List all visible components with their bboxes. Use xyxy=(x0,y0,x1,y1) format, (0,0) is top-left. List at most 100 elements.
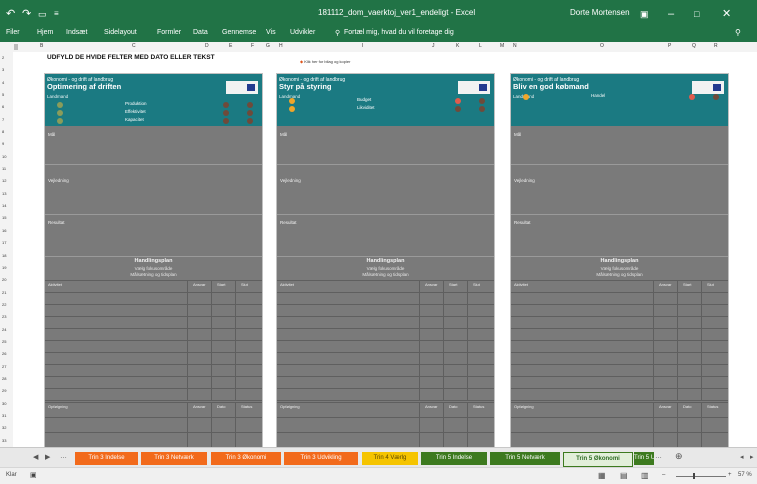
sheet-tab[interactable]: Trin 3 Indelse xyxy=(75,452,138,465)
row-header[interactable]: 28 xyxy=(2,376,6,381)
tab-file[interactable]: Filer xyxy=(6,29,20,36)
column-header[interactable]: N xyxy=(513,43,517,49)
row-header[interactable]: 8 xyxy=(2,129,4,134)
row-header[interactable]: 26 xyxy=(2,351,6,356)
tab-view[interactable]: Vis xyxy=(266,29,276,36)
row-header[interactable]: 13 xyxy=(2,191,6,196)
add-sheet-icon[interactable]: ⊕ xyxy=(675,451,683,462)
sheet-tab[interactable]: Trin 3 Udvikling xyxy=(284,452,358,465)
tell-me-icon[interactable]: ⚲ xyxy=(335,29,340,37)
minimize-icon[interactable]: – xyxy=(668,8,674,20)
row-header[interactable]: 27 xyxy=(2,364,6,369)
row-header[interactable]: 17 xyxy=(2,240,6,245)
row-header[interactable]: 15 xyxy=(2,215,6,220)
sheet-tab[interactable]: Trin 5 Udvi xyxy=(634,452,654,465)
tab-page-layout[interactable]: Sidelayout xyxy=(104,29,137,36)
save-icon[interactable]: ▭ xyxy=(38,8,47,20)
row-header[interactable]: 25 xyxy=(2,339,6,344)
row-header[interactable]: 18 xyxy=(2,253,6,258)
zoom-slider[interactable] xyxy=(676,476,726,477)
row-header[interactable]: 30 xyxy=(2,401,6,406)
row-header[interactable]: 4 xyxy=(2,80,4,85)
user-name[interactable]: Dorte Mortensen xyxy=(570,8,630,17)
tell-me-box[interactable]: Fortæl mig, hvad du vil foretage dig xyxy=(344,29,454,36)
row-header[interactable]: 19 xyxy=(2,265,6,270)
row-header[interactable]: 5 xyxy=(2,92,4,97)
normal-view-icon[interactable]: ▦ xyxy=(598,471,606,480)
prev-sheet-icon[interactable]: ◀ xyxy=(33,453,38,461)
action-table[interactable] xyxy=(511,280,728,401)
action-table[interactable] xyxy=(277,280,494,401)
column-header[interactable]: G xyxy=(266,43,270,49)
macro-record-icon[interactable]: ▣ xyxy=(30,471,37,479)
row-header[interactable]: 14 xyxy=(2,203,6,208)
zoom-level[interactable]: 57 % xyxy=(738,472,752,478)
column-header[interactable]: B xyxy=(40,43,43,49)
row-header[interactable]: 21 xyxy=(2,290,6,295)
column-header[interactable]: R xyxy=(714,43,718,49)
sheet-tab[interactable]: Trin 4 Værlg xyxy=(362,452,418,465)
row-header[interactable]: 33 xyxy=(2,438,6,443)
zoom-out-icon[interactable]: – xyxy=(662,472,665,478)
tab-home[interactable]: Hjem xyxy=(37,29,53,36)
column-header[interactable]: P xyxy=(668,43,671,49)
column-header[interactable]: K xyxy=(456,43,459,49)
row-header[interactable]: 7 xyxy=(2,117,4,122)
undo-icon[interactable]: ↶ xyxy=(6,8,15,20)
maximize-icon[interactable]: □ xyxy=(694,8,699,20)
column-header[interactable]: E xyxy=(229,43,232,49)
sheet-tab[interactable]: Trin 3 Netværk xyxy=(141,452,207,465)
column-header[interactable]: O xyxy=(600,43,604,49)
tab-review[interactable]: Gennemse xyxy=(222,29,256,36)
column-header[interactable]: D xyxy=(205,43,209,49)
sheet-tab[interactable]: Trin 5 Indelse xyxy=(421,452,487,465)
select-all-corner[interactable] xyxy=(14,44,24,50)
followup-table[interactable] xyxy=(277,402,494,448)
tab-formulas[interactable]: Formler xyxy=(157,29,181,36)
row-header[interactable]: 10 xyxy=(2,154,6,159)
tab-data[interactable]: Data xyxy=(193,29,208,36)
next-sheet-icon[interactable]: ▶ xyxy=(45,453,50,461)
row-header[interactable]: 9 xyxy=(2,141,4,146)
row-header[interactable]: 12 xyxy=(2,178,6,183)
row-header[interactable]: 16 xyxy=(2,228,6,233)
more-sheets-left[interactable]: … xyxy=(60,453,67,460)
followup-table[interactable] xyxy=(45,402,262,448)
redo-icon[interactable]: ↷ xyxy=(22,8,31,20)
sheet-tab[interactable]: Trin 5 Netværk xyxy=(490,452,560,465)
column-header[interactable]: M xyxy=(500,43,504,49)
tab-developer[interactable]: Udvikler xyxy=(290,29,315,36)
row-header[interactable]: 22 xyxy=(2,302,6,307)
row-header[interactable]: 20 xyxy=(2,277,6,282)
sheet-tab[interactable]: Trin 3 Økonomi xyxy=(211,452,281,465)
row-header[interactable]: 3 xyxy=(2,67,4,72)
zoom-slider-thumb[interactable] xyxy=(693,473,695,479)
close-icon[interactable]: ✕ xyxy=(722,8,731,20)
row-header[interactable]: 32 xyxy=(2,425,6,430)
column-header[interactable]: H xyxy=(279,43,283,49)
column-header[interactable]: F xyxy=(251,43,254,49)
row-header[interactable]: 23 xyxy=(2,314,6,319)
column-header[interactable]: I xyxy=(362,43,363,49)
row-header[interactable]: 6 xyxy=(2,104,4,109)
sheet-tab[interactable]: Trin 5 Økonomi xyxy=(563,452,633,467)
column-header[interactable]: Q xyxy=(692,43,696,49)
column-header[interactable]: J xyxy=(432,43,435,49)
more-sheets-right[interactable]: … xyxy=(655,453,662,460)
link-note[interactable]: ◆ Klik her for bilag og kopier xyxy=(300,59,350,64)
column-header[interactable]: L xyxy=(479,43,482,49)
row-header[interactable]: 31 xyxy=(2,413,6,418)
customize-qat-icon[interactable]: ≡ xyxy=(54,8,59,20)
row-header[interactable]: 24 xyxy=(2,327,6,332)
row-header[interactable]: 11 xyxy=(2,166,6,171)
ribbon-display-icon[interactable]: ▣ xyxy=(640,8,649,20)
scroll-left-icon[interactable]: ◂ xyxy=(740,453,744,461)
page-break-view-icon[interactable]: ▥ xyxy=(641,471,649,480)
row-header[interactable]: 29 xyxy=(2,388,6,393)
zoom-in-icon[interactable]: + xyxy=(728,472,732,478)
share-icon[interactable]: ⚲ xyxy=(735,28,741,37)
scroll-right-icon[interactable]: ▸ xyxy=(750,453,754,461)
page-layout-view-icon[interactable]: ▤ xyxy=(620,471,628,480)
followup-table[interactable] xyxy=(511,402,728,448)
action-table[interactable] xyxy=(45,280,262,401)
